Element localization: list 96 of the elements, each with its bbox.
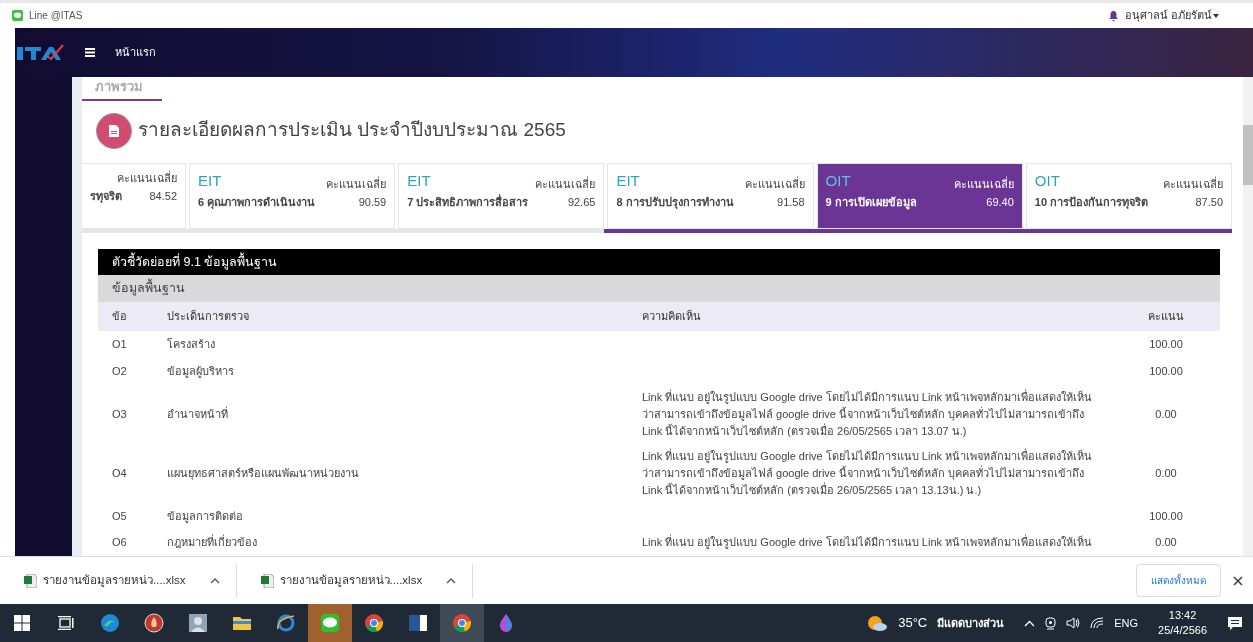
download-file-name[interactable]: รายงานข้อมูลรายหน่ว....xlsx bbox=[43, 571, 186, 590]
page-title: รายละเอียดผลการประเมิน ประจำปีงบประมาณ 2565 bbox=[138, 119, 566, 142]
spreadsheet-icon bbox=[260, 573, 274, 588]
show-all-button[interactable]: แสดงทั้งหมด bbox=[1136, 564, 1221, 597]
score-card[interactable]: คะแนนเฉลี่ย รทุจริต 84.52 bbox=[82, 162, 186, 229]
swirl-icon bbox=[100, 613, 120, 633]
chevron-up-icon[interactable] bbox=[209, 577, 220, 584]
close-icon[interactable] bbox=[1233, 575, 1243, 586]
menu-icon[interactable] bbox=[85, 48, 95, 57]
temperature-text: 35°C bbox=[898, 614, 928, 633]
score-card[interactable]: OIT คะแนนเฉลี่ย 10 การป้องกันการทุจริต 87.50 bbox=[1025, 162, 1232, 229]
four-panes-icon[interactable] bbox=[14, 615, 30, 631]
table-cell-text: Link ที่แนบ อยู่ในรูปแบบ Google drive โดยไม่ได้มีการแนบ Link หน้าเพจหลักมาเพื่อแสดงให้เห็นว่าสามารถเข้าถึงข้อมูลไฟล์ google drive นี้จากหน้าเว็บไซต์หลัก บุคคลทั่วไปไม่สามารถเข้าถึง Link นี้ได้จากหน้าเว็บไซต์หลัก (ตรวจเมื่อ 26/05/2565 เวลา 13.07 น.) bbox=[641, 388, 1094, 439]
table-cell-text: ข้อมูลผู้บริหาร bbox=[166, 363, 235, 380]
indicator-name: 7 ประสิทธิภาพการสื่อสาร bbox=[407, 194, 529, 210]
document-icon bbox=[408, 613, 428, 633]
table-cell-text: O4 bbox=[111, 465, 128, 481]
avatar-icon bbox=[188, 613, 208, 633]
user-menu[interactable]: อนุศาลน์ อภัยรัตน์ bbox=[1124, 7, 1212, 24]
table-cell-text: กฎหมายที่เกี่ยวข้อง bbox=[166, 533, 258, 550]
indicator-name: 8 การปรับปรุงการทำงาน bbox=[616, 195, 734, 211]
score-label: คะแนนเฉลี่ย bbox=[535, 175, 596, 192]
score-value: 90.59 bbox=[358, 195, 387, 210]
column-header: ประเด็นการตรวจ bbox=[166, 308, 250, 324]
section-heading: ข้อมูลพื้นฐาน bbox=[98, 275, 1220, 302]
column-header: ข้อ bbox=[111, 309, 128, 324]
notification-icon[interactable] bbox=[1227, 615, 1243, 631]
tricolor-circle-icon bbox=[452, 613, 472, 633]
score-label: คะแนนเฉลี่ย bbox=[326, 175, 387, 192]
category-label: EIT bbox=[407, 170, 431, 191]
table-cell-text: 100.00 bbox=[1148, 508, 1184, 524]
horizontal-scrollbar[interactable] bbox=[82, 228, 1232, 233]
globe-icon bbox=[276, 613, 296, 633]
table-cell-text: 100.00 bbox=[1148, 363, 1184, 379]
score-label: คะแนนเฉลี่ย bbox=[117, 169, 177, 186]
bookmark-link[interactable]: Line @ITAS bbox=[29, 8, 83, 23]
score-label: คะแนนเฉลี่ย bbox=[1163, 175, 1223, 192]
table-cell-text: 100.00 bbox=[1148, 336, 1184, 352]
table-cell-text: 0.00 bbox=[1154, 406, 1178, 422]
table-cell-text: O6 bbox=[111, 534, 128, 550]
category-label: OIT bbox=[1034, 170, 1060, 191]
table-cell-text: 0.00 bbox=[1154, 534, 1178, 550]
table-cell-text: Link ที่แนบ อยู่ในรูปแบบ Google drive โดยไม่ได้มีการแนบ Link หน้าเพจหลักมาเพื่อแสดงให้เห็น bbox=[641, 533, 1094, 551]
column-header: คะแนน bbox=[1147, 309, 1185, 324]
clock-date[interactable]: 25/4/2566 bbox=[1158, 623, 1207, 638]
score-label: คะแนนเฉลี่ย bbox=[744, 175, 805, 192]
clock-time[interactable]: 13:42 bbox=[1168, 608, 1197, 623]
tricolor-circle-icon bbox=[364, 613, 384, 633]
indicator-name: 10 การป้องกันการทุจริต bbox=[1034, 195, 1149, 211]
score-card[interactable]: EIT คะแนนเฉลี่ย 8 การปรับปรุงการทำงาน 91.58 bbox=[607, 162, 814, 229]
chat-bubble-icon bbox=[320, 613, 340, 633]
score-value: 87.50 bbox=[1195, 195, 1223, 210]
score-value: 84.52 bbox=[149, 189, 177, 204]
score-card[interactable]: EIT คะแนนเฉลี่ย 6 คุณภาพการดำเนินงาน 90.59 bbox=[189, 162, 396, 229]
table-cell-text: O2 bbox=[111, 363, 128, 379]
nav-link[interactable]: หน้าแรก bbox=[115, 44, 156, 61]
vertical-scrollbar[interactable] bbox=[1243, 77, 1253, 556]
category-label: OIT bbox=[825, 170, 851, 191]
table-cell-text: โครงสร้าง bbox=[166, 336, 216, 352]
spreadsheet-icon bbox=[24, 573, 37, 588]
caret-icon[interactable] bbox=[1213, 13, 1219, 18]
table-cell-text: O5 bbox=[111, 508, 128, 524]
table-cell-text: O1 bbox=[111, 336, 128, 352]
logo-icon[interactable] bbox=[17, 43, 65, 62]
webcam-icon[interactable] bbox=[1045, 616, 1057, 630]
chat-bubble-icon bbox=[12, 10, 23, 21]
download-file-name[interactable]: รายงานข้อมูลรายหน่ว....xlsx bbox=[279, 571, 423, 590]
score-value: 69.40 bbox=[986, 195, 1014, 210]
score-card[interactable]: EIT คะแนนเฉลี่ย 7 ประสิทธิภาพการสื่อสาร 92.65 bbox=[398, 162, 605, 229]
score-value: 91.58 bbox=[777, 195, 805, 210]
indicator-name: 6 คุณภาพการดำเนินงาน bbox=[198, 195, 316, 211]
document-icon bbox=[96, 112, 132, 149]
table-cell-text: O3 bbox=[111, 406, 128, 422]
table-cell-text: 0.00 bbox=[1154, 465, 1178, 481]
table-cell-text: อำนาจหน้าที่ bbox=[166, 405, 229, 422]
task-view-icon[interactable] bbox=[58, 616, 74, 630]
table-cell-text: แผนยุทธศาสตร์หรือแผนพัฒนาหน่วยงาน bbox=[166, 465, 360, 482]
speaker-icon[interactable] bbox=[1066, 617, 1081, 629]
chevron-up-icon[interactable] bbox=[446, 577, 457, 584]
flame-icon bbox=[144, 613, 164, 633]
language-indicator[interactable]: ENG bbox=[1114, 614, 1139, 632]
table-title: ตัวชี้วัดย่อยที่ 9.1 ข้อมูลพื้นฐาน bbox=[98, 248, 1220, 276]
wifi-icon[interactable] bbox=[1090, 617, 1105, 629]
weather-text: มีแดดบางส่วน bbox=[937, 615, 1005, 631]
score-card[interactable]: OIT คะแนนเฉลี่ย 9 การเปิดเผยข้อมูล 69.40 bbox=[816, 162, 1023, 229]
bell-icon[interactable] bbox=[1107, 9, 1119, 22]
indicator-name: 9 การเปิดเผยข้อมูล bbox=[825, 195, 917, 211]
table-cell-text: ข้อมูลการติดต่อ bbox=[166, 508, 244, 525]
score-value: 92.65 bbox=[567, 195, 596, 210]
sun-cloud-icon[interactable] bbox=[866, 614, 889, 632]
indicator-name: รทุจริต bbox=[90, 189, 122, 205]
table-cell-text: Link ที่แนบ อยู่ในรูปแบบ Google drive โดยไม่ได้มีการแนบ Link หน้าเพจหลักมาเพื่อแสดงให้เห็นว่าสามารถเข้าถึงข้อมูลไฟล์ google drive นี้จากหน้าเว็บไซต์หลัก บุคคลทั่วไปไม่สามารถเข้าถึง Link นี้ได้จากหน้าเว็บไซต์หลัก (ตรวจเมื่อ 26/05/2565 เวลา 13.13น.) น.) bbox=[641, 447, 1094, 498]
column-header: ความคิดเห็น bbox=[641, 308, 702, 324]
category-label: EIT bbox=[198, 170, 222, 191]
score-label: คะแนนเฉลี่ย bbox=[953, 175, 1014, 192]
category-label: EIT bbox=[616, 170, 640, 191]
